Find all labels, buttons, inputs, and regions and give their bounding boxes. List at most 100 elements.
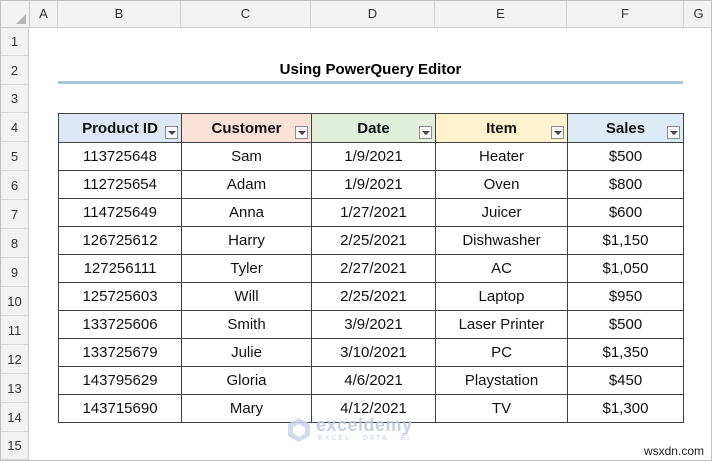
table-cell[interactable]: Playstation [435, 366, 568, 395]
table-cell[interactable]: $500 [567, 310, 684, 339]
watermark-name: exceldemy [316, 415, 413, 435]
column-header-d[interactable]: D [311, 1, 435, 27]
filter-dropdown-icon[interactable] [551, 126, 564, 139]
sales-table: Product ID Customer Date Item Sales 1137… [58, 113, 684, 423]
table-row: 113725648 Sam 1/9/2021 Heater $500 [58, 142, 684, 171]
table-cell[interactable]: Dishwasher [435, 226, 568, 255]
row-header-11[interactable]: 11 [1, 316, 29, 345]
table-cell[interactable]: 133725679 [58, 338, 182, 367]
filter-dropdown-icon[interactable] [667, 126, 680, 139]
header-sales[interactable]: Sales [567, 113, 684, 143]
table-cell[interactable]: 126725612 [58, 226, 182, 255]
header-date[interactable]: Date [311, 113, 436, 143]
header-label: Item [486, 119, 517, 137]
table-cell[interactable]: $1,350 [567, 338, 684, 367]
table-cell[interactable]: $1,300 [567, 394, 684, 423]
table-cell[interactable]: Harry [181, 226, 312, 255]
sheet-title: Using PowerQuery Editor [279, 61, 462, 78]
column-header-b[interactable]: B [58, 1, 181, 27]
select-all-button[interactable] [1, 1, 30, 27]
row-header-13[interactable]: 13 [1, 374, 29, 403]
table-cell[interactable]: Laser Printer [435, 310, 568, 339]
filter-dropdown-icon[interactable] [165, 126, 178, 139]
table-cell[interactable]: $450 [567, 366, 684, 395]
table-cell[interactable]: $500 [567, 142, 684, 171]
table-cell[interactable]: 114725649 [58, 198, 182, 227]
row-header-4[interactable]: 4 [1, 113, 29, 142]
table-cell[interactable]: Oven [435, 170, 568, 199]
row-header-10[interactable]: 10 [1, 287, 29, 316]
table-cell[interactable]: TV [435, 394, 568, 423]
table-cell[interactable]: 3/9/2021 [311, 310, 436, 339]
table-row: 133725606 Smith 3/9/2021 Laser Printer $500 [58, 310, 684, 339]
row-header-12[interactable]: 12 [1, 345, 29, 374]
table-cell[interactable]: 1/9/2021 [311, 170, 436, 199]
site-credit: wsxdn.com [643, 444, 704, 458]
table-cell[interactable]: Tyler [181, 254, 312, 283]
table-cell[interactable]: 125725603 [58, 282, 182, 311]
column-header-g[interactable]: G [684, 1, 711, 27]
row-header-15[interactable]: 15 [1, 432, 29, 460]
table-cell[interactable]: Laptop [435, 282, 568, 311]
table-cell[interactable]: $600 [567, 198, 684, 227]
column-header-e[interactable]: E [435, 1, 567, 27]
header-product-id[interactable]: Product ID [58, 113, 182, 143]
table-cell[interactable]: $1,150 [567, 226, 684, 255]
table-cell[interactable]: 3/10/2021 [311, 338, 436, 367]
header-item[interactable]: Item [435, 113, 568, 143]
header-label: Product ID [82, 119, 158, 137]
column-header-f[interactable]: F [567, 1, 684, 27]
table-cell[interactable]: 2/27/2021 [311, 254, 436, 283]
table-cell[interactable]: Sam [181, 142, 312, 171]
table-cell[interactable]: 143715690 [58, 394, 182, 423]
table-cell[interactable]: 1/27/2021 [311, 198, 436, 227]
table-row: 112725654 Adam 1/9/2021 Oven $800 [58, 170, 684, 199]
watermark-tagline: EXCEL · DATA · BI [318, 435, 411, 442]
table-cell[interactable]: Smith [181, 310, 312, 339]
table-cell[interactable]: Gloria [181, 366, 312, 395]
row-header-14[interactable]: 14 [1, 403, 29, 432]
table-cell[interactable]: PC [435, 338, 568, 367]
title-underline [58, 81, 683, 84]
header-customer[interactable]: Customer [181, 113, 312, 143]
table-cell[interactable]: Julie [181, 338, 312, 367]
header-label: Date [357, 119, 390, 137]
filter-dropdown-icon[interactable] [295, 126, 308, 139]
filter-dropdown-icon[interactable] [419, 126, 432, 139]
row-header-3[interactable]: 3 [1, 85, 29, 113]
table-cell[interactable]: 4/6/2021 [311, 366, 436, 395]
row-header-7[interactable]: 7 [1, 200, 29, 229]
table-cell[interactable]: 127256111 [58, 254, 182, 283]
row-header-9[interactable]: 9 [1, 258, 29, 287]
table-row: 125725603 Will 2/25/2021 Laptop $950 [58, 282, 684, 311]
table-cell[interactable]: AC [435, 254, 568, 283]
table-row: 127256111 Tyler 2/27/2021 AC $1,050 [58, 254, 684, 283]
table-cell[interactable]: Juicer [435, 198, 568, 227]
table-cell[interactable]: 133725606 [58, 310, 182, 339]
table-cell[interactable]: $1,050 [567, 254, 684, 283]
table-cell[interactable]: 113725648 [58, 142, 182, 171]
table-row: 133725679 Julie 3/10/2021 PC $1,350 [58, 338, 684, 367]
table-cell[interactable]: 2/25/2021 [311, 226, 436, 255]
row-header-2[interactable]: 2 [1, 56, 29, 85]
table-cell[interactable]: Heater [435, 142, 568, 171]
column-header-a[interactable]: A [30, 1, 58, 27]
row-header-1[interactable]: 1 [1, 28, 29, 56]
row-header-5[interactable]: 5 [1, 142, 29, 171]
row-header-8[interactable]: 8 [1, 229, 29, 258]
table-cell[interactable]: $950 [567, 282, 684, 311]
table-cell[interactable]: Adam [181, 170, 312, 199]
table-cell[interactable]: 112725654 [58, 170, 182, 199]
column-header-c[interactable]: C [181, 1, 311, 27]
table-cell[interactable]: $800 [567, 170, 684, 199]
table-cell[interactable]: 1/9/2021 [311, 142, 436, 171]
table-cell[interactable]: 2/25/2021 [311, 282, 436, 311]
row-header-6[interactable]: 6 [1, 171, 29, 200]
column-header-bar: A B C D E F G [1, 1, 711, 28]
table-cell[interactable]: Will [181, 282, 312, 311]
table-cell[interactable]: Anna [181, 198, 312, 227]
header-label: Customer [211, 119, 282, 137]
table-cell[interactable]: 143795629 [58, 366, 182, 395]
table-row: 126725612 Harry 2/25/2021 Dishwasher $1,150 [58, 226, 684, 255]
table-row: 143795629 Gloria 4/6/2021 Playstation $450 [58, 366, 684, 395]
